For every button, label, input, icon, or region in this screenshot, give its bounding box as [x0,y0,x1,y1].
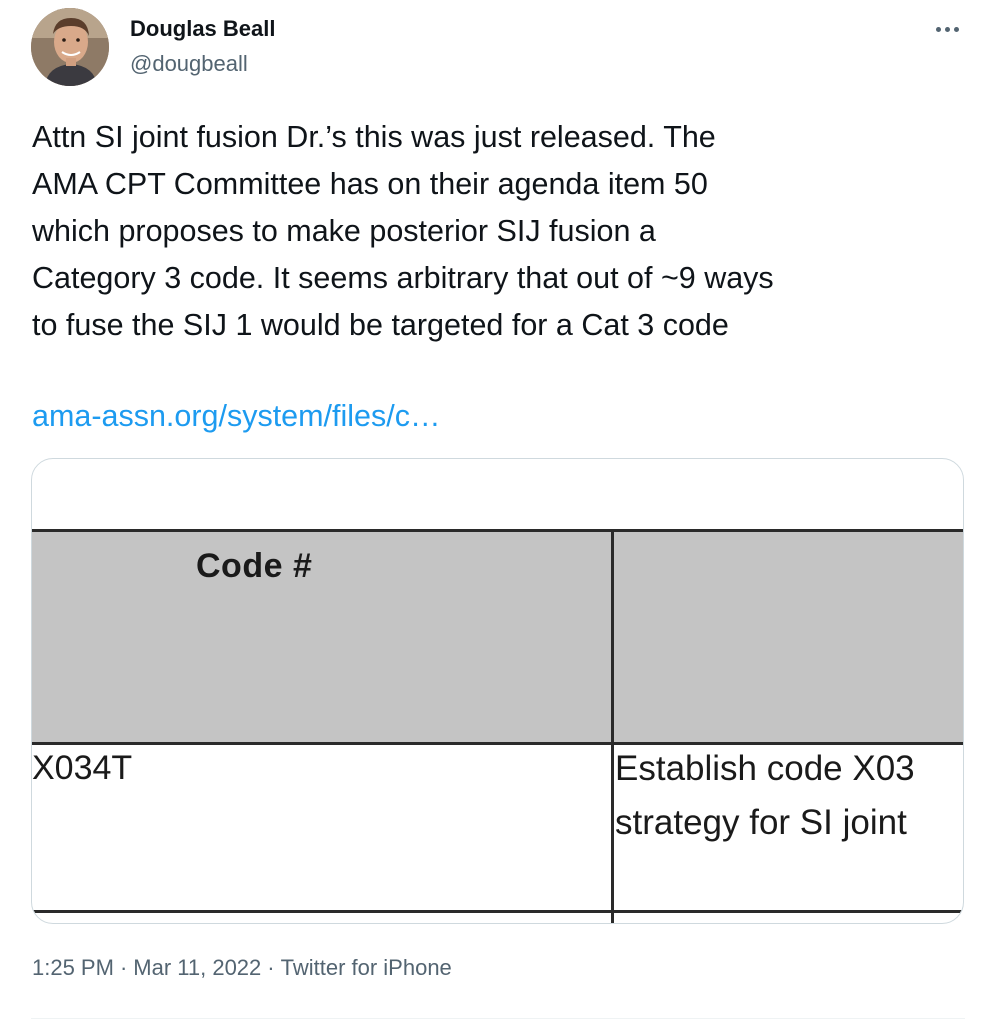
table-cell-code: X034T [32,749,133,787]
tweet-time[interactable]: 1:25 PM [32,955,114,980]
avatar[interactable] [31,8,109,86]
more-options-button[interactable] [929,14,965,44]
tweet-text-line: to fuse the SIJ 1 would be targeted for … [32,308,729,342]
tweet-meta: 1:25 PM · Mar 11, 2022 · Twitter for iPhone [32,955,452,981]
tweet-link[interactable]: ama-assn.org/system/files/c… [32,393,440,440]
more-dot-icon [935,26,941,32]
table-divider [32,910,963,913]
more-dot-icon [944,26,950,32]
author-handle[interactable]: @dougbeall [130,51,248,77]
table-cell-description-line: strategy for SI joint [615,803,907,842]
document-table-image: Code # X034T Establish code X03 strategy… [32,459,963,923]
table-cell-description-line: Establish code X03 [615,749,915,788]
tweet-text-line: Attn SI joint fusion Dr.’s this was just… [32,120,716,154]
table-header-code-label: Code # [196,547,313,585]
author-name[interactable]: Douglas Beall [130,16,275,42]
tweet-text-line: which proposes to make posterior SIJ fus… [32,214,656,248]
tweet-source[interactable]: Twitter for iPhone [281,955,452,980]
divider [31,1018,965,1019]
tweet-text: Attn SI joint fusion Dr.’s this was just… [32,114,982,349]
meta-separator: · [267,955,275,980]
profile-photo-icon [31,8,109,86]
media-image[interactable]: Code # X034T Establish code X03 strategy… [31,458,964,924]
tweet-date[interactable]: Mar 11, 2022 [133,955,261,980]
table-divider [32,742,963,745]
table-divider [32,529,963,532]
tweet-text-line: Category 3 code. It seems arbitrary that… [32,261,774,295]
table-header-row [32,531,963,744]
table-divider [611,531,614,923]
tweet-text-line: AMA CPT Committee has on their agenda it… [32,167,708,201]
more-dot-icon [953,26,959,32]
meta-separator: · [119,955,128,980]
